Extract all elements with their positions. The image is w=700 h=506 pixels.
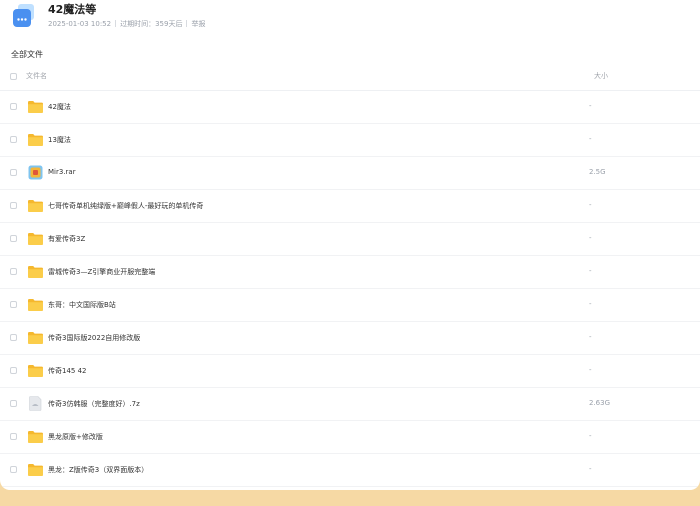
file-size: - — [589, 432, 592, 440]
row-checkbox[interactable] — [10, 433, 17, 440]
file-name[interactable]: 雷城传奇3—Z引擎商业开服完整端 — [48, 267, 155, 277]
share-folder-icon — [13, 4, 34, 27]
row-checkbox[interactable] — [10, 367, 17, 374]
file-row[interactable]: 七哥传奇单机纯绿版+巅峰假人-最好玩的单机传奇 - — [0, 190, 700, 223]
file-size: - — [589, 300, 592, 308]
file-list-header: 文件名 大小 — [0, 62, 700, 91]
file-row[interactable]: 东哥：中文国际版B站 - — [0, 289, 700, 322]
row-checkbox[interactable] — [10, 400, 17, 407]
file-name[interactable]: 传奇3国际版2022自用修改版 — [48, 333, 140, 343]
folder-icon — [28, 464, 43, 476]
file-size: - — [589, 267, 592, 275]
select-all-checkbox[interactable] — [10, 73, 17, 80]
file-name[interactable]: 传奇145 42 — [48, 366, 87, 376]
file-row[interactable]: 有爱传奇3Z - — [0, 223, 700, 256]
row-checkbox[interactable] — [10, 334, 17, 341]
share-expire: 过期时间：359天后 — [120, 20, 183, 28]
share-header: 42魔法等 2025-01-03 10:52 过期时间：359天后 举报 — [0, 0, 700, 38]
file-row[interactable]: Mir3.rar 2.5G — [0, 157, 700, 190]
file-name[interactable]: 黑龙原版+修改版 — [48, 432, 103, 442]
row-checkbox[interactable] — [10, 202, 17, 209]
share-meta: 2025-01-03 10:52 过期时间：359天后 举报 — [48, 19, 205, 29]
archive-icon — [28, 165, 43, 180]
file-name[interactable]: 黑龙：Z版传奇3（双界面版本） — [48, 465, 148, 475]
file-row[interactable]: 黑龙：Z版传奇3（双界面版本） - — [0, 454, 700, 487]
file-size: 2.63G — [589, 399, 611, 407]
file-name[interactable]: 13魔法 — [48, 135, 71, 145]
column-header-size[interactable]: 大小 — [594, 71, 608, 81]
file-row[interactable]: 传奇3国际版2022自用修改版 - — [0, 322, 700, 355]
row-checkbox[interactable] — [10, 235, 17, 242]
file-row[interactable]: 42魔法 - — [0, 91, 700, 124]
report-link[interactable]: 举报 — [191, 19, 205, 29]
folder-icon — [28, 200, 43, 212]
share-panel: 42魔法等 2025-01-03 10:52 过期时间：359天后 举报 全部文件 … — [0, 0, 700, 490]
row-checkbox[interactable] — [10, 136, 17, 143]
file-size: - — [589, 135, 592, 143]
file-size: - — [589, 201, 592, 209]
file-name[interactable]: 42魔法 — [48, 102, 71, 112]
row-checkbox[interactable] — [10, 169, 17, 176]
folder-icon — [28, 266, 43, 278]
file-size: - — [589, 465, 592, 473]
file-list: 文件名 大小 42魔法 - 13魔法 - Mir3.rar 2.5G 七哥传奇单… — [0, 62, 700, 487]
folder-icon — [28, 332, 43, 344]
file-name[interactable]: 有爱传奇3Z — [48, 234, 85, 244]
row-checkbox[interactable] — [10, 268, 17, 275]
share-title: 42魔法等 — [48, 3, 97, 16]
row-checkbox[interactable] — [10, 301, 17, 308]
file-size: - — [589, 234, 592, 242]
file-row[interactable]: 传奇145 42 - — [0, 355, 700, 388]
file-row[interactable]: 雷城传奇3—Z引擎商业开服完整端 - — [0, 256, 700, 289]
folder-icon — [28, 299, 43, 311]
file-name[interactable]: 东哥：中文国际版B站 — [48, 300, 116, 310]
file-size: - — [589, 333, 592, 341]
file-size: - — [589, 102, 592, 110]
folder-icon — [28, 101, 43, 113]
file-name[interactable]: 传奇3仿韩服（完整度好）.7z — [48, 399, 140, 409]
meta-divider — [186, 20, 188, 27]
row-checkbox[interactable] — [10, 466, 17, 473]
folder-icon — [28, 233, 43, 245]
file-rows: 42魔法 - 13魔法 - Mir3.rar 2.5G 七哥传奇单机纯绿版+巅峰… — [0, 91, 700, 487]
folder-icon — [28, 134, 43, 146]
file-row[interactable]: 黑龙原版+修改版 - — [0, 421, 700, 454]
meta-divider — [115, 20, 117, 27]
file-row[interactable]: 13魔法 - — [0, 124, 700, 157]
breadcrumb-root[interactable]: 全部文件 — [11, 50, 43, 59]
file-row[interactable]: 传奇3仿韩服（完整度好）.7z 2.63G — [0, 388, 700, 421]
file-size: - — [589, 366, 592, 374]
folder-icon — [28, 431, 43, 443]
share-date: 2025-01-03 10:52 — [48, 20, 112, 28]
file-size: 2.5G — [589, 168, 606, 176]
file-icon — [29, 396, 42, 411]
row-checkbox[interactable] — [10, 103, 17, 110]
breadcrumb[interactable]: 全部文件 — [11, 49, 43, 60]
file-name[interactable]: Mir3.rar — [48, 168, 76, 176]
file-name[interactable]: 七哥传奇单机纯绿版+巅峰假人-最好玩的单机传奇 — [48, 201, 203, 211]
folder-icon — [28, 365, 43, 377]
column-header-name[interactable]: 文件名 — [26, 71, 47, 81]
